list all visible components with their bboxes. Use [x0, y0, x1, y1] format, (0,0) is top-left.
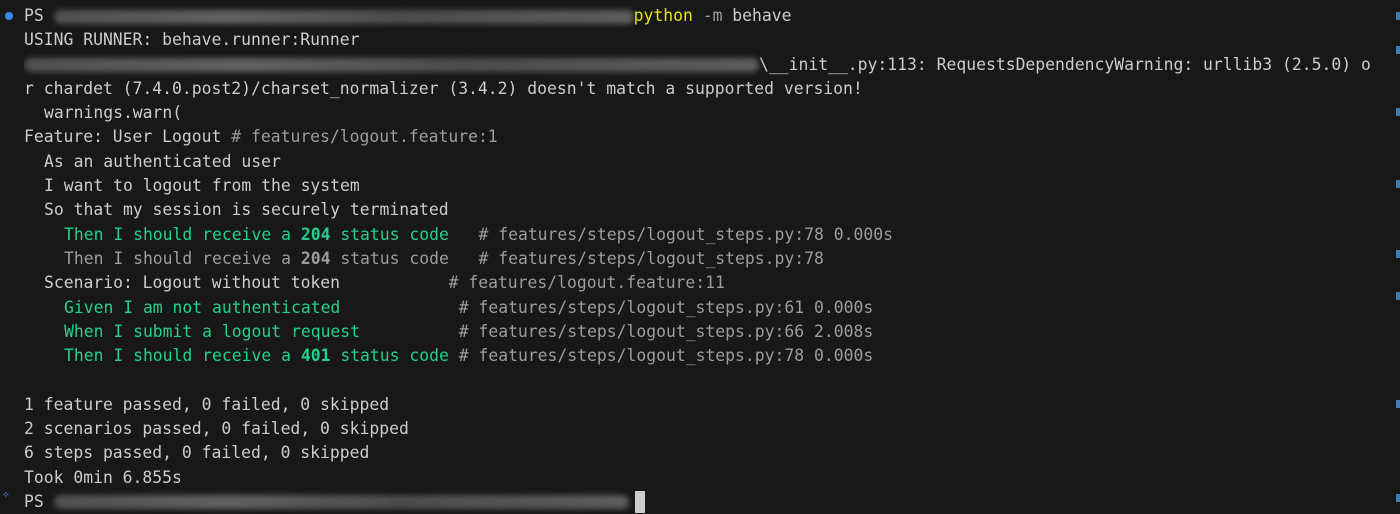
scenario-comment: # features/logout.feature:11 — [340, 273, 725, 293]
summary-duration: Took 0min 6.855s — [24, 467, 182, 487]
step-text: Given I am not authenticated — [64, 297, 341, 317]
step-param: 204 — [300, 248, 331, 268]
runner-line: USING RUNNER: behave.runner:Runner — [24, 30, 360, 50]
scroll-marker — [1396, 292, 1400, 300]
text-cursor — [634, 491, 645, 514]
step-comment: # features/steps/logout_steps.py:78 0.00… — [448, 224, 893, 244]
step-dim: Then I should receive a 204 status code … — [24, 247, 1400, 271]
step-passed: Then I should receive a 204 status code … — [24, 223, 1400, 247]
feature-label: Feature: User Logout — [24, 127, 222, 147]
step-text: Then I should receive a — [64, 224, 301, 244]
step-passed: When I submit a logout request # feature… — [24, 320, 1400, 344]
scrollbar-markers[interactable] — [1396, 0, 1400, 514]
step-text: status code — [330, 248, 449, 268]
scroll-marker — [1396, 250, 1400, 258]
sparkle-icon[interactable]: ✧ — [2, 488, 10, 502]
scroll-marker — [1396, 12, 1400, 20]
step-comment: # features/steps/logout_steps.py:78 0.00… — [448, 346, 874, 366]
step-comment: # features/steps/logout_steps.py:61 0.00… — [340, 297, 874, 317]
warning-continued: r chardet (7.4.0.post2)/charset_normaliz… — [24, 78, 863, 98]
ps-prompt: PS — [24, 491, 54, 511]
feature-description: As an authenticated user — [44, 151, 281, 171]
step-text: Then I should receive a — [64, 346, 301, 366]
feature-line: Feature: User Logout # features/logout.f… — [24, 125, 1400, 149]
summary-steps: 6 steps passed, 0 failed, 0 skipped — [24, 443, 370, 463]
terminal-output[interactable]: PS python -m behave USING RUNNER: behave… — [0, 0, 1400, 514]
step-text: status code — [330, 346, 449, 366]
scroll-marker — [1396, 494, 1400, 502]
warning-call: warnings.warn( — [44, 103, 183, 123]
step-passed: Then I should receive a 401 status code … — [24, 344, 1400, 368]
feature-description: So that my session is securely terminate… — [44, 200, 449, 220]
command-flag: -m — [692, 6, 723, 25]
step-passed: Given I am not authenticated # features/… — [24, 296, 1400, 320]
step-param: 204 — [300, 224, 331, 244]
step-text: Then I should receive a — [64, 248, 301, 268]
scroll-marker — [1396, 46, 1400, 54]
summary-scenarios: 2 scenarios passed, 0 failed, 0 skipped — [24, 419, 409, 439]
command-line: PS python -m behave — [24, 4, 1400, 28]
step-comment: # features/steps/logout_steps.py:78 — [448, 248, 824, 268]
redacted-path — [24, 58, 759, 73]
warning-text: \__init__.py:113: RequestsDependencyWarn… — [759, 54, 1371, 74]
step-text: When I submit a logout request — [64, 321, 361, 341]
step-param: 401 — [300, 346, 331, 366]
command-args: behave — [722, 6, 792, 25]
scroll-marker — [1396, 108, 1400, 116]
step-comment: # features/steps/logout_steps.py:66 2.00… — [360, 321, 874, 341]
redacted-path — [53, 495, 629, 510]
final-prompt-line[interactable]: PS — [24, 490, 1400, 514]
redacted-path — [53, 9, 634, 24]
step-text: status code — [330, 224, 449, 244]
feature-description: I want to logout from the system — [44, 176, 360, 196]
summary-features: 1 feature passed, 0 failed, 0 skipped — [24, 394, 390, 414]
ps-prompt: PS — [24, 6, 54, 25]
command-decoration-dot-icon[interactable] — [5, 12, 13, 20]
scroll-marker — [1396, 400, 1400, 408]
warning-line: \__init__.py:113: RequestsDependencyWarn… — [24, 53, 1400, 77]
scenario-line: Scenario: Logout without token # feature… — [24, 271, 1400, 295]
scroll-marker — [1396, 180, 1400, 188]
feature-comment: # features/logout.feature:1 — [221, 127, 498, 147]
scenario-label: Scenario: Logout without token — [44, 273, 341, 293]
command-name: python — [633, 6, 693, 25]
